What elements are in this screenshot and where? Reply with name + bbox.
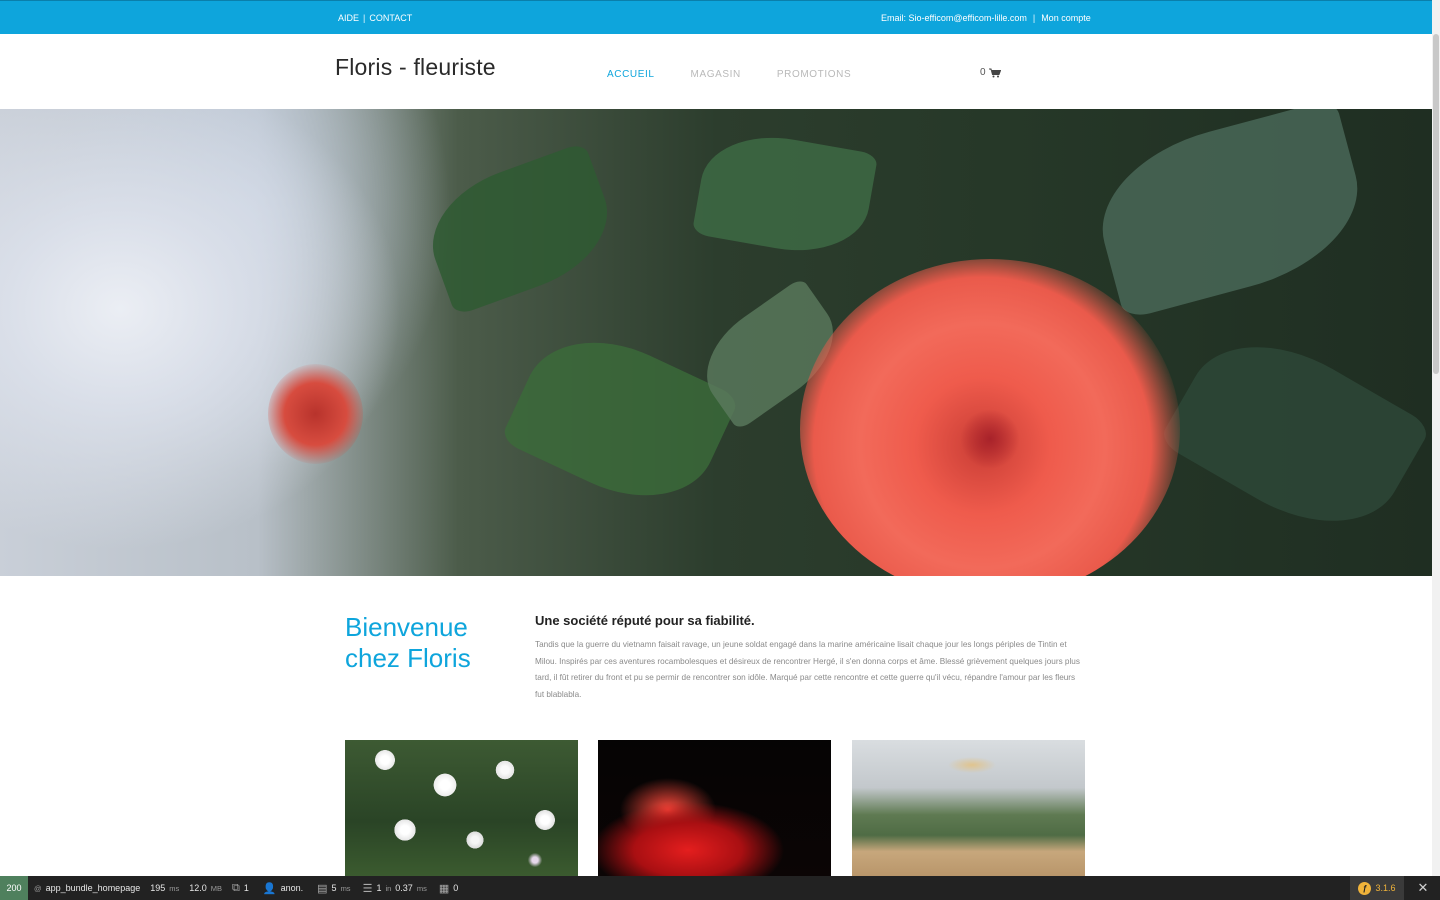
render-time: 5 (331, 883, 337, 893)
render-panel[interactable]: ▤ 5 ms (317, 882, 350, 895)
twig-panel[interactable]: ▦ 0 (439, 882, 458, 895)
symfony-logo-icon: ƒ (1358, 881, 1372, 895)
user-name: anon. (280, 883, 304, 893)
cart-button[interactable]: 0 (980, 67, 1001, 78)
top-bar-left: AIDE | CONTACT (338, 13, 412, 23)
site-logo[interactable]: Floris - fleuriste (335, 54, 496, 81)
db-time: 0.37 (395, 883, 413, 893)
db-queries: 1 (376, 883, 382, 893)
top-bar: AIDE | CONTACT Email: Sio-efficom@effico… (0, 0, 1432, 34)
site-header: Floris - fleuriste ACCUEIL MAGASIN PROMO… (0, 34, 1432, 109)
render-icon: ▤ (317, 882, 328, 895)
status-code[interactable]: 200 (0, 876, 28, 900)
nav-item-promotions[interactable]: PROMOTIONS (777, 69, 851, 80)
route-name: app_bundle_homepage (45, 883, 141, 893)
hero-leaf (414, 141, 626, 317)
user-panel[interactable]: 👤 anon. (263, 882, 303, 895)
cart-count: 0 (980, 67, 986, 78)
forms-count: 1 (243, 883, 249, 893)
symfony-version[interactable]: ƒ 3.1.6 (1350, 876, 1404, 900)
twig-icon: ▦ (438, 882, 450, 895)
separator: | (1032, 13, 1036, 23)
top-bar-right: Email: Sio-efficom@efficom-lille.com | M… (881, 13, 1091, 23)
render-unit: ms (340, 883, 351, 893)
about-heading: Une société réputé pour sa fiabilité. (535, 613, 755, 628)
memory-value: 12.0 (189, 883, 207, 893)
db-in: in (385, 883, 392, 893)
time-panel[interactable]: 195 ms 12.0 MB (150, 883, 222, 893)
nav-item-magasin[interactable]: MAGASIN (691, 69, 741, 80)
debug-toolbar: 200 @ app_bundle_homepage 195 ms 12.0 MB… (0, 876, 1440, 900)
version-text: 3.1.6 (1375, 883, 1396, 893)
forms-icon: ⧉ (232, 881, 240, 894)
welcome-title: Bienvenue chez Floris (345, 612, 471, 673)
hero-flower-small (268, 364, 363, 464)
scrollbar-thumb[interactable] (1433, 34, 1439, 374)
account-link[interactable]: Mon compte (1041, 13, 1091, 23)
route-info[interactable]: @ app_bundle_homepage (34, 883, 140, 893)
gallery-image-plant-pots[interactable] (852, 740, 1085, 876)
hero-leaf (1157, 311, 1432, 557)
hero-flower-center (960, 409, 1020, 469)
page-scrollbar[interactable] (1432, 0, 1440, 876)
contact-link[interactable]: CONTACT (369, 13, 412, 23)
hero-leaf (499, 313, 741, 525)
route-prefix: @ (34, 883, 42, 893)
main-nav: ACCUEIL MAGASIN PROMOTIONS (607, 69, 851, 80)
separator: | (363, 13, 366, 23)
hero-leaf (691, 125, 879, 263)
shopping-cart-icon (988, 68, 1001, 77)
hero-leaf (1083, 109, 1377, 320)
gallery-image-red-flower[interactable] (598, 740, 831, 876)
email-text: Email: Sio-efficom@efficom-lille.com (881, 13, 1027, 23)
user-icon: 👤 (262, 882, 277, 895)
hero-image (0, 109, 1432, 576)
nav-item-accueil[interactable]: ACCUEIL (607, 69, 655, 80)
aide-link[interactable]: AIDE (338, 13, 359, 23)
db-unit: ms (416, 883, 427, 893)
time-unit: ms (169, 883, 180, 893)
time-value: 195 (150, 883, 166, 893)
database-icon: ☰ (362, 882, 373, 895)
memory-unit: MB (210, 883, 223, 893)
about-text: Tandis que la guerre du vietnamn faisait… (535, 640, 1080, 699)
db-panel[interactable]: ☰ 1 in 0.37 ms (363, 882, 427, 895)
forms-panel[interactable]: ⧉ 1 (232, 882, 249, 895)
gallery-image-daisies[interactable] (345, 740, 578, 876)
close-icon[interactable]: ✕ (1406, 876, 1440, 900)
twig-count: 0 (453, 883, 459, 893)
